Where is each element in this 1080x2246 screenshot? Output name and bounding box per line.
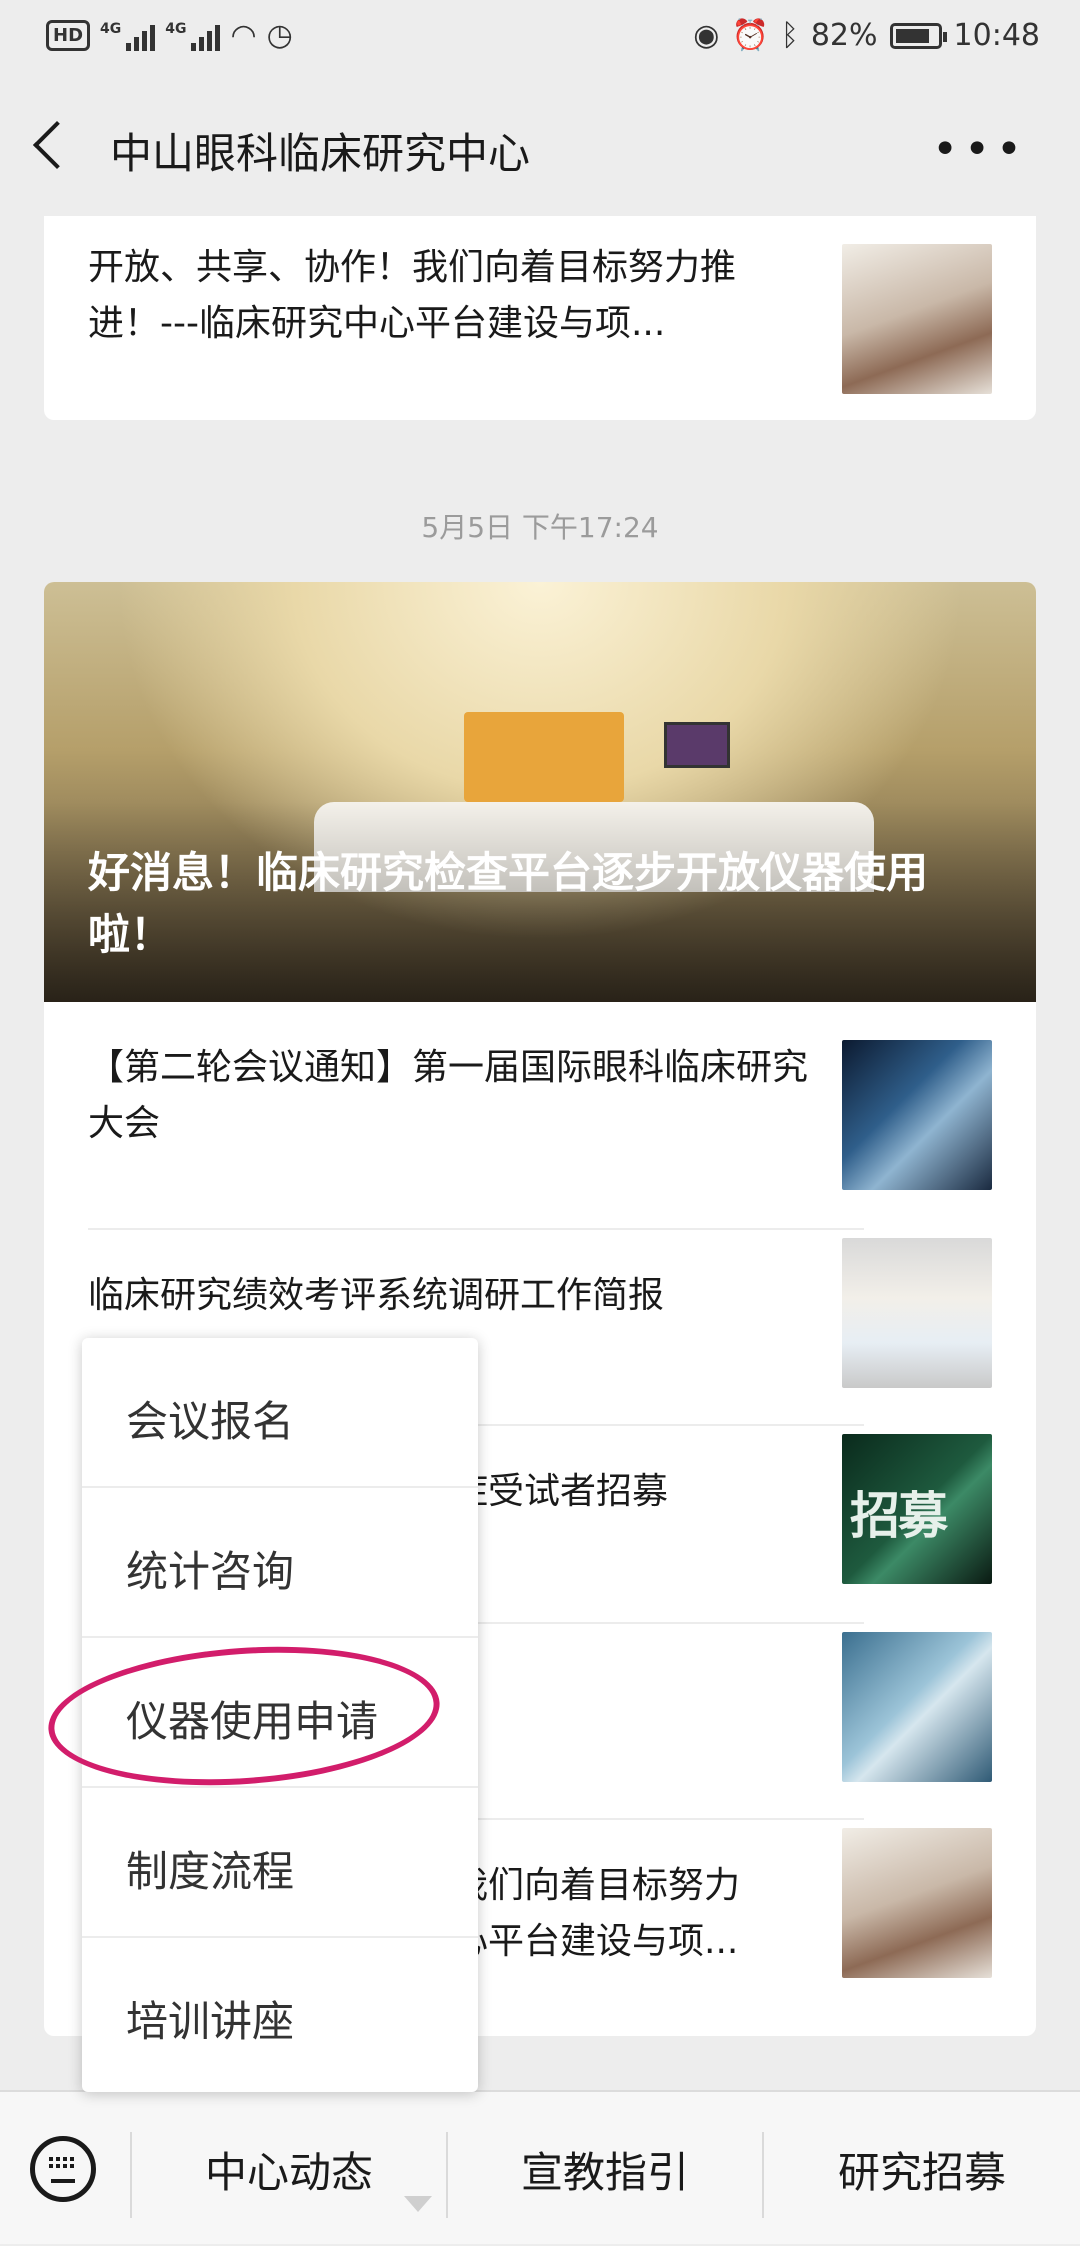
article-thumbnail[interactable]: 招募 <box>842 1434 992 1584</box>
article-thumbnail[interactable] <box>842 1238 992 1388</box>
battery-fill <box>895 28 929 43</box>
signal-icon-2: 4G <box>165 20 221 51</box>
status-left: HD 4G 4G ◠ ◷ <box>46 18 293 53</box>
article-title[interactable]: 【第二轮会议通知】第一届国际眼科临床研究大会 <box>88 1040 808 1152</box>
hd-icon: HD <box>46 20 91 51</box>
menu-item-statistics-consult[interactable]: 统计咨询 <box>82 1488 478 1638</box>
wifi-icon: ◠ <box>230 18 257 53</box>
divider <box>88 1228 864 1230</box>
article-title[interactable]: 开放、共享、协作！我们向着目标努力推进！---临床研究中心平台建设与项... <box>88 240 808 352</box>
eye-icon: ◉ <box>693 18 720 53</box>
menu-item-label: 统计咨询 <box>126 1547 295 1596</box>
tab-education-guide[interactable]: 宣教指引 <box>448 2092 762 2246</box>
menu-item-label: 会议报名 <box>126 1397 295 1446</box>
article-thumbnail[interactable] <box>842 1040 992 1190</box>
article-thumbnail[interactable] <box>842 1632 992 1782</box>
status-bar: HD 4G 4G ◠ ◷ ◉ ⏰ ᛒ 82% 10:48 <box>0 0 1080 84</box>
clock-icon: ◷ <box>266 18 293 53</box>
article-card[interactable]: 开放、共享、协作！我们向着目标努力推进！---临床研究中心平台建设与项... <box>44 216 1036 420</box>
hero-sign <box>464 712 624 802</box>
hero-image[interactable]: 好消息！临床研究检查平台逐步开放仪器使用啦！ <box>44 582 1036 1002</box>
page-title: 中山眼科临床研究中心 <box>110 129 531 178</box>
article-title[interactable]: 临床研究绩效考评系统调研工作简报 <box>88 1268 808 1324</box>
menu-pointer-icon <box>404 2196 432 2212</box>
alarm-icon: ⏰ <box>731 18 769 53</box>
article-title[interactable]: 我们向着目标努力 心平台建设与项... <box>452 1858 832 1970</box>
clock-time: 10:48 <box>953 18 1040 53</box>
article-title[interactable]: 症受试者招募 <box>452 1464 812 1520</box>
menu-item-label: 制度流程 <box>126 1847 295 1896</box>
tab-research-recruit[interactable]: 研究招募 <box>764 2092 1080 2246</box>
bottom-menu-bar: 中心动态 宣教指引 研究招募 <box>0 2090 1080 2244</box>
article-thumbnail[interactable] <box>842 1828 992 1978</box>
menu-item-procedures[interactable]: 制度流程 <box>82 1788 478 1938</box>
hero-title[interactable]: 好消息！临床研究检查平台逐步开放仪器使用啦！ <box>88 842 1008 966</box>
menu-item-label: 培训讲座 <box>126 1997 295 2046</box>
menu-item-meeting-registration[interactable]: 会议报名 <box>82 1338 478 1488</box>
article-thumbnail[interactable] <box>842 244 992 394</box>
back-arrow-icon[interactable] <box>32 120 82 170</box>
hero-screen <box>664 722 730 768</box>
bluetooth-icon: ᛒ <box>780 18 799 53</box>
message-timestamp: 5月5日 下午17:24 <box>421 511 659 544</box>
battery-percent: 82% <box>810 18 878 53</box>
nav-bar: 中山眼科临床研究中心 ••• <box>0 84 1080 216</box>
signal-icon: 4G <box>100 20 156 51</box>
status-right: ◉ ⏰ ᛒ 82% 10:48 <box>693 18 1040 53</box>
more-options-icon[interactable]: ••• <box>932 128 1028 172</box>
menu-item-training[interactable]: 培训讲座 <box>82 1938 478 2088</box>
network-type-label: 4G <box>100 20 122 37</box>
network-type-label-2: 4G <box>165 20 187 37</box>
thumbnail-text: 招募 <box>850 1487 948 1545</box>
battery-icon <box>889 22 947 49</box>
keyboard-icon[interactable] <box>30 2136 96 2202</box>
tab-center-news[interactable]: 中心动态 <box>132 2092 446 2246</box>
